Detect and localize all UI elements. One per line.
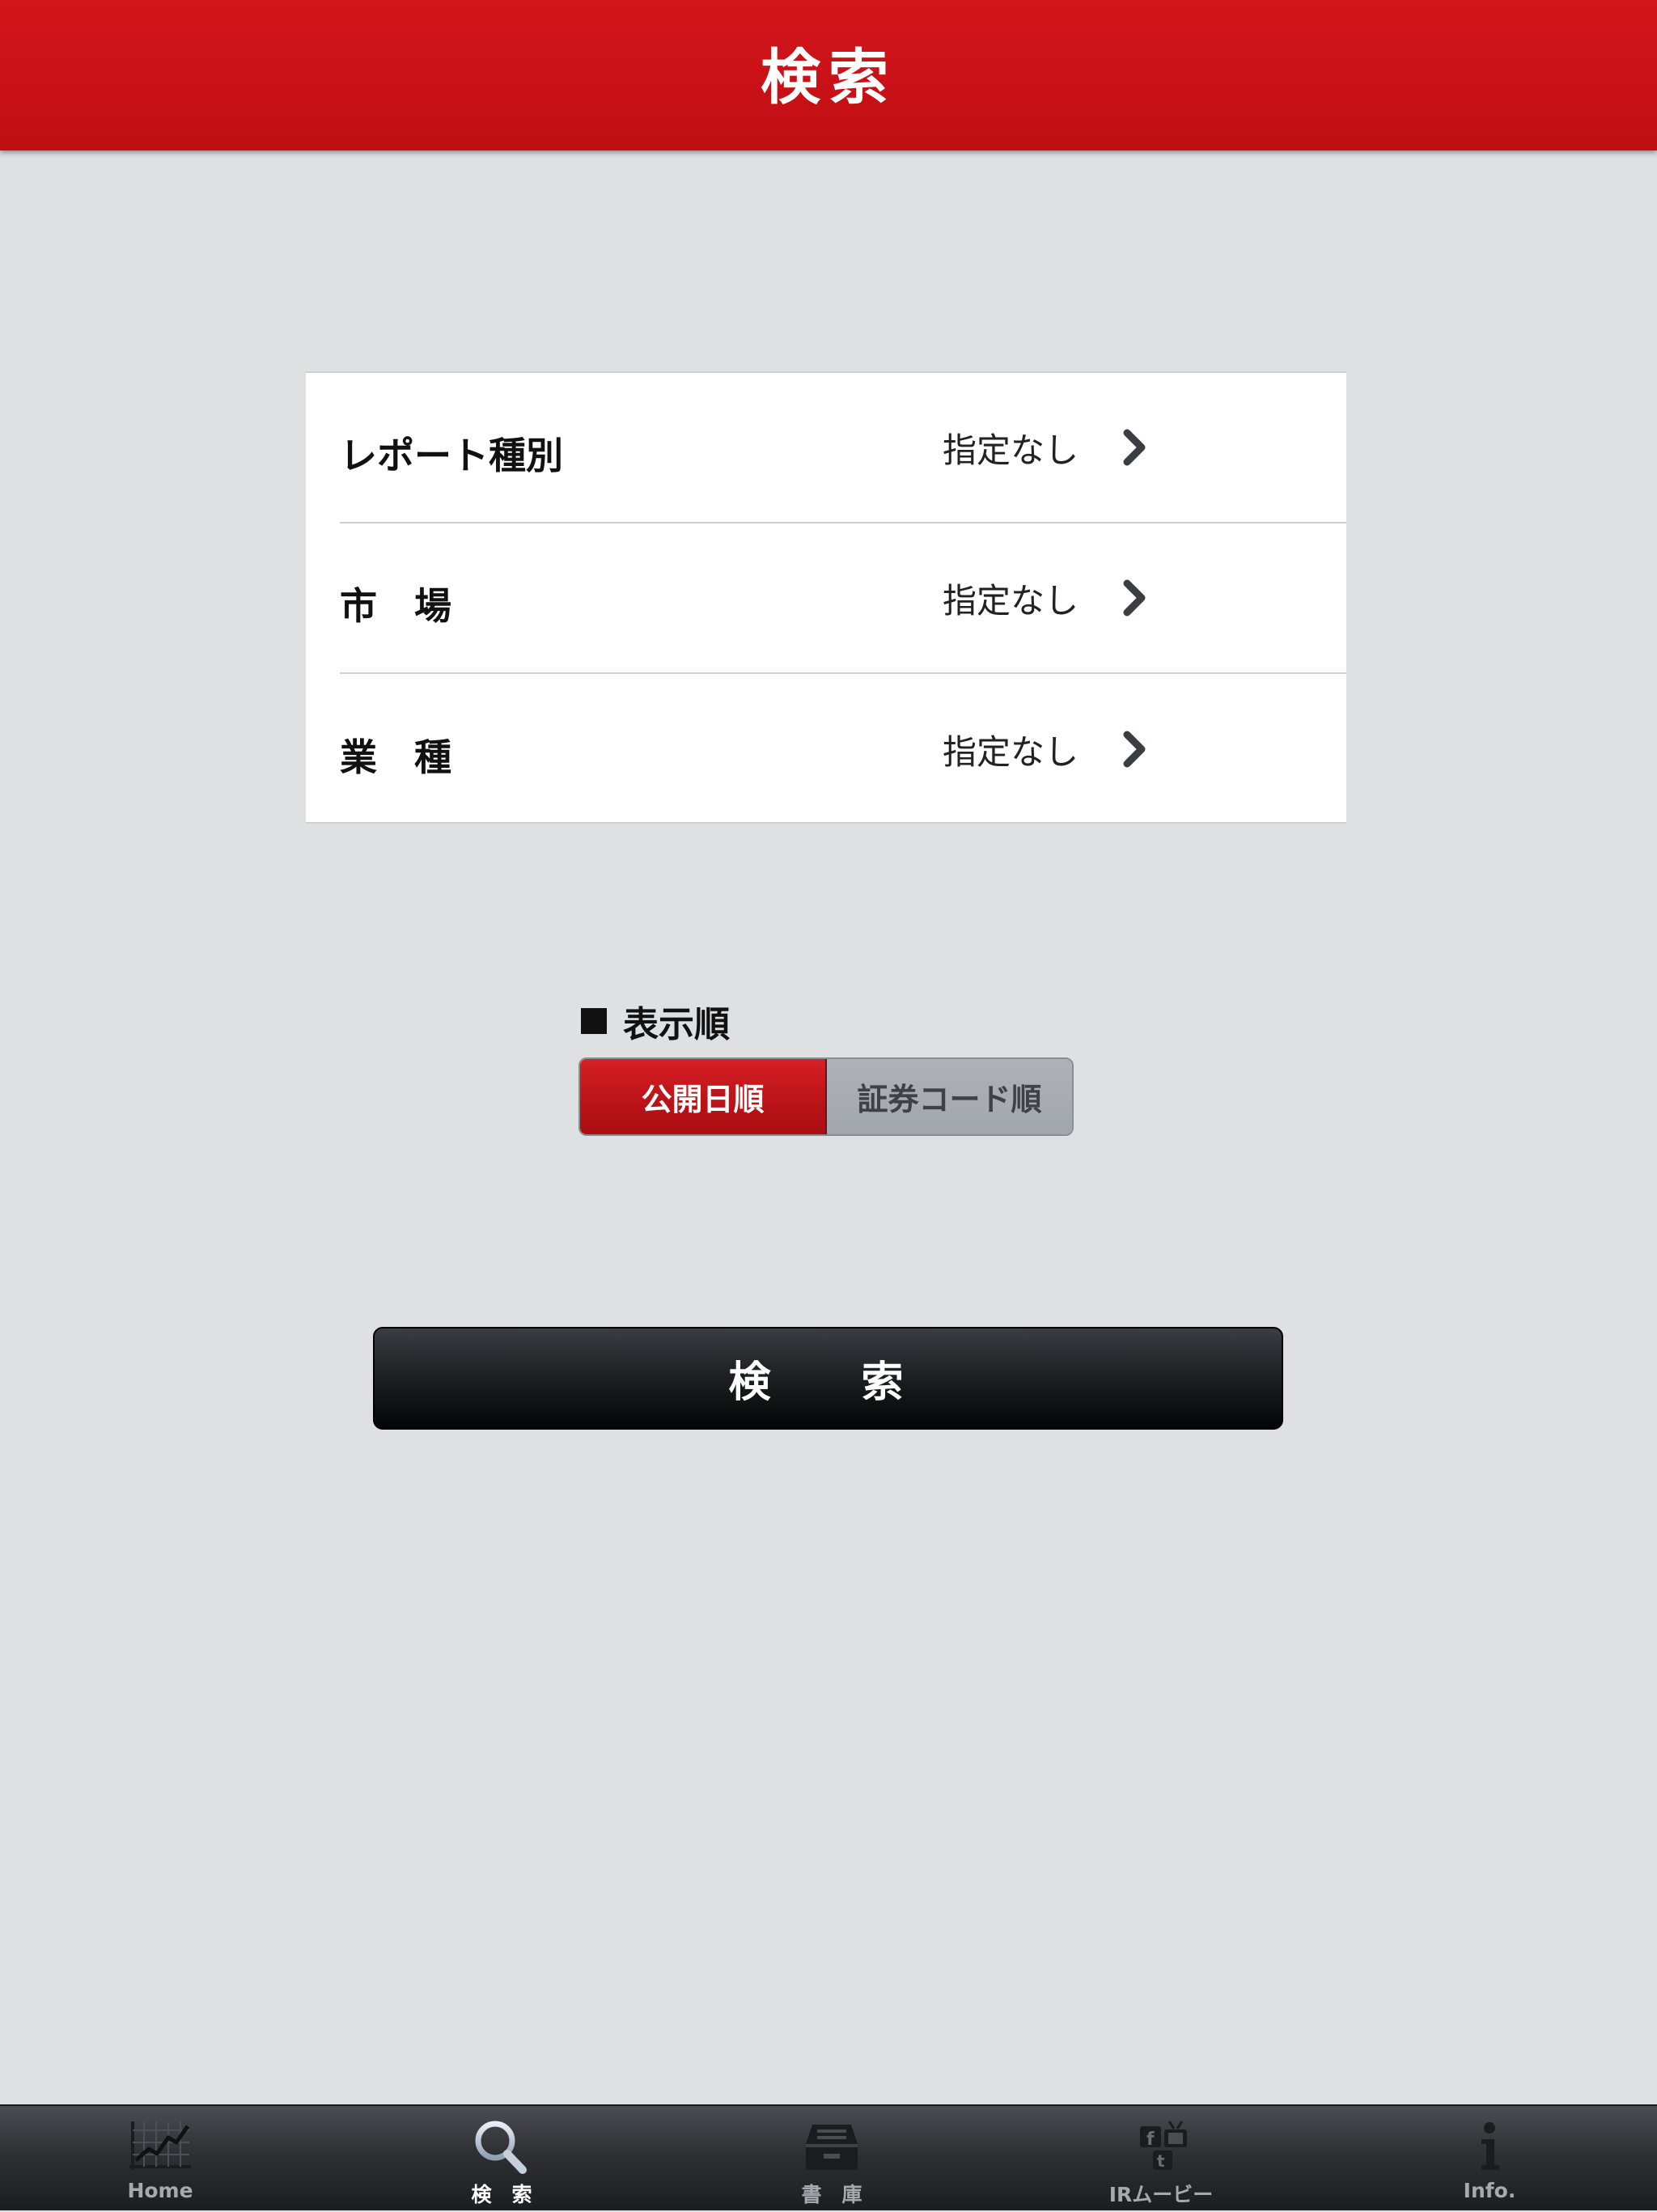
tab-label: IRムービー [1108, 2183, 1214, 2206]
tab-label: Info. [1463, 2179, 1516, 2202]
filter-label: 市 場 [340, 584, 451, 628]
sort-order-heading: 表示順 [581, 997, 730, 1045]
filter-row-report-type[interactable]: レポート種別 指定なし [340, 373, 1346, 523]
search-button[interactable]: 検 索 [373, 1327, 1283, 1430]
svg-text:t: t [1157, 2151, 1165, 2171]
tab-archive[interactable]: 書 庫 [710, 2106, 953, 2212]
navigation-bar: 検索 [0, 0, 1657, 150]
chevron-right-icon [1121, 423, 1153, 472]
tab-bar: Home 検 索 書 庫 f t IRムービー Info. [0, 2104, 1657, 2210]
tab-info[interactable]: Info. [1368, 2106, 1611, 2212]
tab-home[interactable]: Home [39, 2106, 282, 2212]
filter-list: レポート種別 指定なし 市 場 指定なし 業 種 指定なし [306, 371, 1346, 824]
tab-label: 検 索 [471, 2183, 532, 2206]
filter-row-market[interactable]: 市 場 指定なし [340, 523, 1346, 674]
square-bullet-icon [581, 1008, 607, 1034]
chevron-right-icon [1121, 574, 1153, 622]
filter-value: 指定なし [943, 430, 1079, 470]
tab-label: 書 庫 [801, 2183, 862, 2206]
sort-order-segmented-control: 公開日順 証券コード順 [578, 1057, 1074, 1136]
info-icon [1453, 2114, 1526, 2179]
search-icon [465, 2114, 538, 2179]
sort-order-label: 表示順 [623, 1004, 730, 1045]
page-title: 検索 [761, 42, 896, 112]
tab-search[interactable]: 検 索 [380, 2106, 623, 2212]
sort-option-publish-date[interactable]: 公開日順 [580, 1059, 827, 1134]
filter-label: 業 種 [340, 735, 451, 779]
ir-movie-icon: f t [1125, 2114, 1197, 2179]
filter-value: 指定なし [943, 731, 1079, 772]
tab-label: Home [127, 2179, 193, 2202]
filter-label: レポート種別 [340, 434, 563, 477]
chart-icon [124, 2114, 197, 2179]
filter-value: 指定なし [943, 580, 1079, 621]
sort-option-security-code[interactable]: 証券コード順 [827, 1059, 1072, 1134]
svg-text:f: f [1146, 2129, 1155, 2150]
filter-row-industry[interactable]: 業 種 指定なし [340, 674, 1346, 824]
tab-ir-movie[interactable]: f t IRムービー [1040, 2106, 1282, 2212]
chevron-right-icon [1121, 725, 1153, 773]
archive-box-icon [795, 2114, 868, 2179]
